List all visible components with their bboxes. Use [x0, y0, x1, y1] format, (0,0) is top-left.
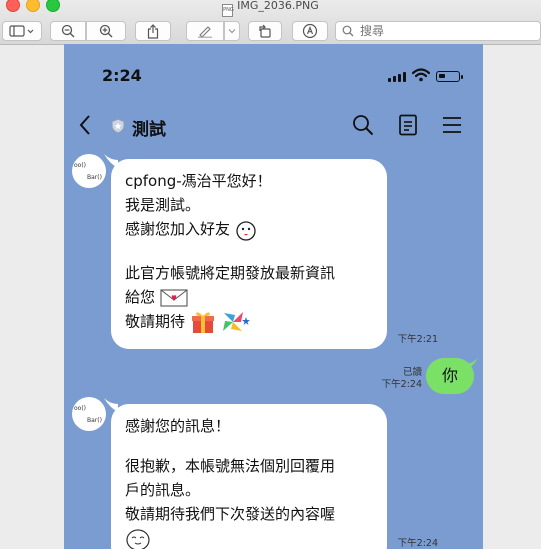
message-line-text: 感謝您加入好友: [125, 220, 231, 238]
chat-title: 測試: [132, 120, 166, 140]
avatar-text-line-2: Bar(): [87, 417, 102, 424]
rotate-button[interactable]: [248, 21, 282, 41]
chevron-down-icon: [228, 29, 236, 34]
chat-navbar: 測試: [64, 104, 483, 148]
love-letter-icon: [160, 288, 188, 307]
zoom-out-button[interactable]: [50, 21, 86, 41]
search-input[interactable]: [358, 23, 512, 39]
my-message-bubble: 你: [426, 358, 474, 394]
message-line: 很抱歉，本帳號無法個別回覆用: [125, 457, 336, 475]
notes-icon[interactable]: [398, 114, 418, 136]
cellular-signal-icon: [388, 72, 406, 82]
message-line-text: 給您: [125, 288, 156, 306]
sidebar-toggle-button[interactable]: [2, 21, 42, 41]
markup-dropdown-button[interactable]: [224, 21, 240, 41]
status-bar: 2:24: [64, 44, 483, 104]
phone-screenshot: 2:24 測試 oo() Bar() cpfong-馮治平您好！ 我是測試。 感…: [64, 44, 483, 549]
message-line: 感謝您加入好友: [125, 217, 373, 241]
status-time: 2:24: [102, 66, 142, 85]
cony-rabbit-emoji-icon: [236, 220, 256, 241]
message-line: 此官方帳號將定期發放最新資訊: [125, 264, 336, 282]
share-icon: [147, 23, 159, 39]
verified-shield-icon: [111, 118, 125, 134]
zoom-out-icon: [61, 24, 75, 38]
gift-icon: [191, 312, 214, 333]
window-title: PNG IMG_2036.PNG: [0, 0, 541, 17]
share-button[interactable]: [135, 21, 171, 41]
message-line: 我是測試。: [125, 196, 201, 214]
sidebar-icon: [9, 25, 34, 37]
read-receipt: 已讀: [402, 367, 422, 378]
pen-icon: [198, 26, 212, 38]
markup-pen-button[interactable]: [186, 21, 224, 41]
message-bubble: 感謝您的訊息！ 很抱歉，本帳號無法個別回覆用 戶的訊息。 敬請期待我們下次發送的…: [111, 404, 387, 549]
message-line: 戶的訊息。: [125, 481, 201, 499]
moon-face-emoji-icon: [126, 528, 150, 549]
png-file-icon: PNG: [222, 4, 234, 17]
message-line: 感謝您的訊息！: [125, 417, 231, 435]
search-icon: [342, 25, 354, 37]
zoom-in-icon: [99, 24, 113, 38]
bot-avatar[interactable]: oo() Bar(): [72, 154, 106, 188]
avatar-text-line-1: oo(): [74, 405, 87, 412]
message-line: 敬請期待我們下次發送的內容喔: [125, 505, 336, 523]
avatar-text-line-1: oo(): [74, 162, 87, 169]
annotate-button[interactable]: [292, 21, 328, 41]
pinwheel-icon: [222, 312, 250, 331]
search-field[interactable]: [335, 21, 541, 41]
back-chevron-icon[interactable]: [78, 114, 92, 136]
window-title-text: IMG_2036.PNG: [237, 0, 319, 12]
battery-icon: [436, 71, 463, 82]
message-line: 給您: [125, 285, 373, 309]
message-line-text: 敬請期待: [125, 312, 186, 331]
avatar-text-line-2: Bar(): [87, 174, 102, 181]
message-bubble: cpfong-馮治平您好！ 我是測試。 感謝您加入好友 此官方帳號將定期發放最新…: [111, 159, 387, 349]
search-icon[interactable]: [352, 114, 374, 136]
message-line: cpfong-馮治平您好！: [125, 172, 272, 190]
message-timestamp: 下午2:24: [381, 379, 422, 390]
window-titlebar: PNG IMG_2036.PNG: [0, 0, 541, 45]
wifi-icon: [412, 68, 430, 82]
rotate-icon: [259, 24, 271, 38]
bot-avatar[interactable]: oo() Bar(): [72, 397, 106, 431]
message-timestamp: 下午2:21: [397, 334, 438, 345]
message-line: 敬請期待: [125, 309, 373, 335]
zoom-in-button[interactable]: [86, 21, 126, 41]
markup-circle-icon: [302, 23, 318, 39]
menu-icon[interactable]: [442, 114, 462, 136]
message-timestamp: 下午2:24: [397, 538, 438, 549]
